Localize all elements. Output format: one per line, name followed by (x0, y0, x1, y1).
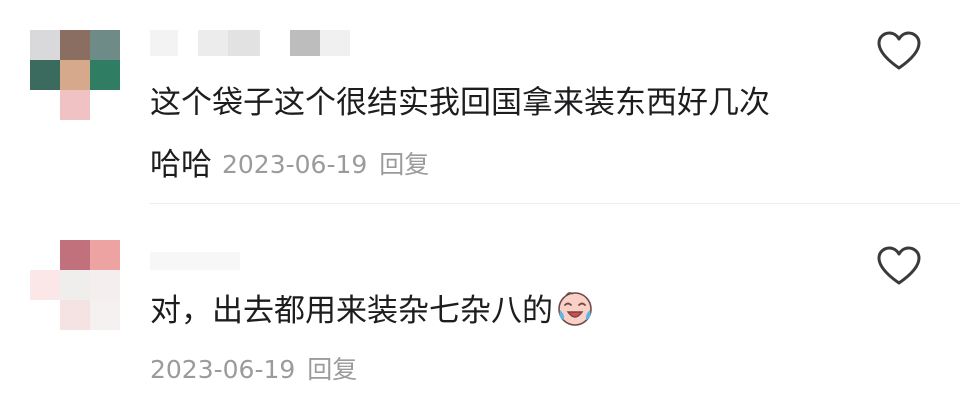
comment-item: 这个袋子这个很结实我回国拿来装东西好几次 哈哈 2023-06-19 回复 (0, 0, 960, 205)
heart-outline-icon[interactable] (876, 245, 922, 287)
comment-text: 对，出去都用来装杂七杂八的 (150, 280, 595, 342)
reply-button[interactable]: 回复 (379, 150, 429, 179)
comment-date: 2023-06-19 (222, 150, 368, 179)
comment-text-line2: 哈哈 (150, 147, 212, 183)
comment-date: 2023-06-19 (150, 355, 296, 384)
crying-laughing-emoji (558, 292, 592, 326)
comment-text-line1: 这个袋子这个很结实我回国拿来装东西好几次 (150, 85, 770, 121)
username-blur (150, 252, 240, 270)
heart-outline-icon[interactable] (876, 30, 922, 72)
comment-text: 这个袋子这个很结实我回国拿来装东西好几次 哈哈 2023-06-19 回复 (150, 72, 770, 196)
username-blur (150, 30, 376, 56)
avatar[interactable] (30, 30, 120, 120)
comment-meta: 2023-06-19 回复 (150, 350, 357, 386)
avatar[interactable] (30, 240, 120, 330)
comment-item: 对，出去都用来装杂七杂八的 2023-06-19 回复 (0, 205, 960, 415)
reply-button[interactable]: 回复 (307, 355, 357, 384)
comment-text-line1: 对，出去都用来装杂七杂八的 (150, 293, 553, 329)
divider (150, 203, 960, 204)
